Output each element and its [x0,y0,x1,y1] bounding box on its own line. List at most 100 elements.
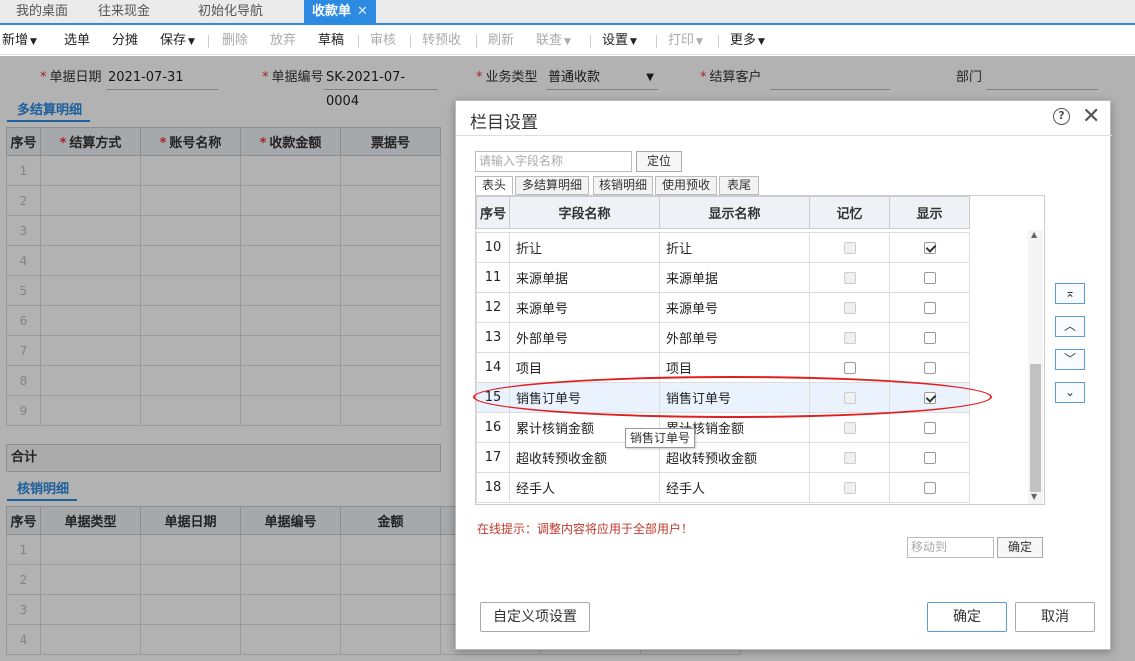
print-button[interactable]: 打印 ▼ [668,27,703,55]
add-button[interactable]: 新增 ▼ [2,27,37,55]
show-checkbox[interactable] [923,451,936,464]
move-bottom-button[interactable]: ⌄ [1055,382,1085,403]
abandon-button[interactable]: 放弃 [270,27,296,55]
field-name-cell: 来源单据 [509,262,660,293]
tab-label: 我的桌面 [16,4,69,19]
field-search-input[interactable]: 请输入字段名称 [475,151,632,172]
show-checkbox[interactable] [923,331,936,344]
row-number: 16 [476,412,510,443]
remember-cell [809,322,890,353]
vertical-scrollbar[interactable]: ▲ ▼ [1028,230,1043,504]
tab-receipt[interactable]: 收款单 ✕ [304,0,376,23]
show-checkbox[interactable] [923,361,936,374]
scroll-up-icon[interactable]: ▲ [1031,230,1037,239]
column-setting-row[interactable]: 13 外部单号 外部单号 [476,322,970,353]
tab-cash[interactable]: 往来现金 [90,0,158,23]
column-setting-row[interactable]: 17 超收转预收金额 超收转预收金额 [476,442,970,473]
link-button[interactable]: 联查 ▼ [536,27,571,55]
show-checkbox[interactable] [923,241,936,254]
move-to-confirm-button[interactable]: 确定 [997,537,1043,558]
scroll-thumb[interactable] [1030,364,1041,492]
settings-button[interactable]: 设置 ▼ [602,27,637,55]
select-button[interactable]: 选单 [64,27,90,55]
column-setting-row[interactable]: 18 经手人 经手人 [476,472,970,503]
column-header: 字段名称 [509,196,660,229]
help-icon[interactable]: ? [1053,108,1070,125]
tab-label: 收款单 [312,4,352,19]
show-cell [889,292,970,323]
to-prepaid-button[interactable]: 转预收 [422,27,461,55]
cancel-button[interactable]: 取消 [1015,602,1095,632]
toolbar-divider [358,35,359,48]
toolbar-divider [656,35,657,48]
tab-label: 初始化导航 [198,4,264,19]
move-top-button[interactable]: ⌅ [1055,283,1085,304]
show-checkbox[interactable] [923,271,936,284]
move-down-button[interactable]: ﹀ [1055,349,1085,370]
subtab-verify-detail[interactable]: 核销明细 [593,176,653,195]
show-cell [889,322,970,353]
chevron-down-icon: ▼ [758,37,765,47]
refresh-button[interactable]: 刷新 [488,27,514,55]
dialog-divider [456,135,1112,136]
close-icon[interactable]: ✕ [357,4,368,19]
remember-checkbox [843,271,856,284]
chevron-up-icon: ︿ [1063,319,1076,333]
row-number: 14 [476,352,510,383]
chevron-down-icon: ▼ [630,37,637,47]
show-checkbox[interactable] [923,301,936,314]
ok-button[interactable]: 确定 [927,602,1007,632]
remember-cell [809,472,890,503]
subtab-prepaid[interactable]: 使用预收 [655,176,717,195]
column-setting-row[interactable]: 12 来源单号 来源单号 [476,292,970,323]
display-name-cell[interactable]: 折让 [659,232,810,263]
subtab-settle-detail[interactable]: 多结算明细 [515,176,589,195]
display-name-cell[interactable]: 来源单据 [659,262,810,293]
custom-field-settings-button[interactable]: 自定义项设置 [480,602,590,632]
draft-button[interactable]: 草稿 [318,27,344,55]
row-number: 12 [476,292,510,323]
arrow-top-icon: ⌅ [1064,286,1076,300]
move-to-input[interactable]: 移动到 [907,537,994,558]
show-cell [889,262,970,293]
subtab-footer[interactable]: 表尾 [719,176,759,195]
split-button[interactable]: 分摊 [112,27,138,55]
display-name-cell[interactable]: 经手人 [659,472,810,503]
display-name-cell[interactable]: 外部单号 [659,322,810,353]
scroll-down-icon[interactable]: ▼ [1031,492,1037,501]
chevron-down-icon: ▼ [696,37,703,47]
display-name-cell[interactable]: 来源单号 [659,292,810,323]
column-header: 记忆 [809,196,890,229]
save-button[interactable]: 保存 ▼ [160,27,195,55]
remember-cell [809,442,890,473]
move-up-button[interactable]: ︿ [1055,316,1085,337]
locate-button[interactable]: 定位 [636,151,682,172]
tab-desktop[interactable]: 我的桌面 [8,0,76,23]
delete-button[interactable]: 删除 [222,27,248,55]
remember-checkbox [843,301,856,314]
field-name-cell: 来源单号 [509,292,660,323]
remember-checkbox [843,481,856,494]
chevron-down-icon: ▼ [30,37,37,47]
row-number: 17 [476,442,510,473]
column-table: 序号 字段名称 显示名称 记忆 显示 10 折让 折让 11 来源单据 来源单据 12 来源单… [476,196,970,503]
column-setting-row[interactable]: 10 折让 折让 [476,232,970,263]
column-header: 序号 [476,196,510,229]
remember-checkbox[interactable] [843,361,856,374]
column-setting-row[interactable]: 11 来源单据 来源单据 [476,262,970,293]
close-icon[interactable]: ✕ [1082,104,1100,129]
audit-button[interactable]: 审核 [370,27,396,55]
show-checkbox[interactable] [923,421,936,434]
highlight-ellipse [473,376,992,418]
row-number: 18 [476,472,510,503]
field-name-cell: 折让 [509,232,660,263]
tab-bar: 我的桌面 往来现金 初始化导航 收款单 ✕ [0,0,1135,25]
show-checkbox[interactable] [923,481,936,494]
remember-cell [809,232,890,263]
more-button[interactable]: 更多 ▼ [730,27,765,55]
chevron-down-icon: ▼ [564,37,571,47]
subtab-header[interactable]: 表头 [475,176,513,195]
app-root: 我的桌面 往来现金 初始化导航 收款单 ✕ 新增 ▼ 选单 分摊 保存 ▼ 删除 放弃… [0,0,1135,661]
tooltip: 销售订单号 [625,428,696,448]
tab-init-guide[interactable]: 初始化导航 [190,0,271,23]
